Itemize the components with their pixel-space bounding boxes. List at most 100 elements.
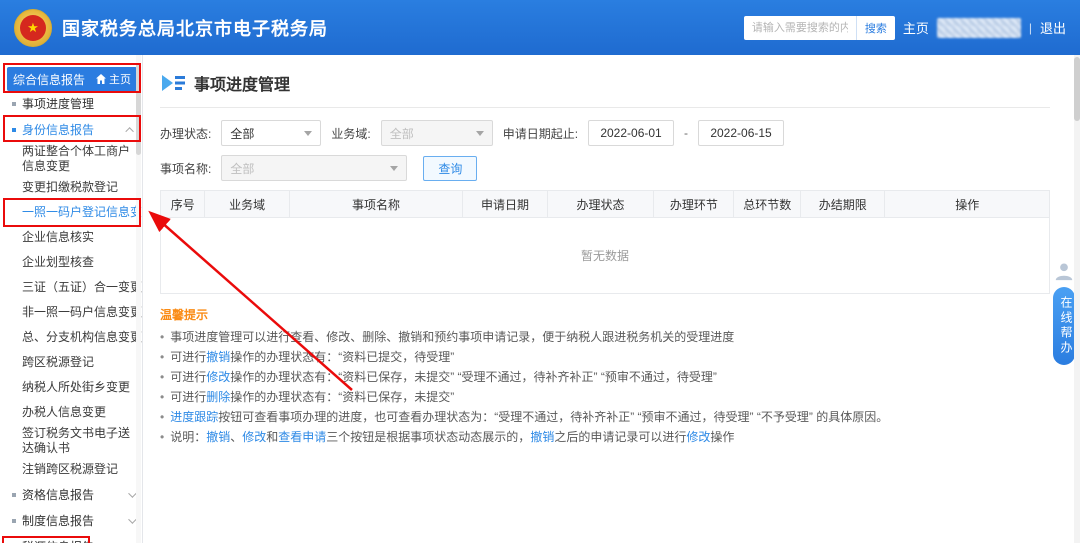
date-from-value: 2022-06-01 (600, 126, 661, 140)
empty-state-text: 暂无数据 (161, 218, 1050, 294)
sidebar-subitem-cancel-cross-district[interactable]: 注销跨区税源登记 (0, 457, 142, 482)
bullet-dot: • (160, 330, 164, 345)
tips-section: 温馨提示 • 事项进度管理可以进行查看、修改、删除、撤销和预约事项申请记录，便于… (160, 306, 1050, 445)
col-step: 办理环节 (654, 191, 734, 218)
page-scrollbar-thumb[interactable] (1074, 57, 1080, 121)
col-item-name: 事项名称 (289, 191, 462, 218)
bullet-icon (12, 493, 16, 497)
back-to-home[interactable]: 主页 (96, 71, 131, 87)
sidebar-subitem-tax-clerk-info-change[interactable]: 办税人信息变更 (0, 400, 142, 425)
date-separator: - (684, 126, 688, 140)
tip-line: • 事项进度管理可以进行查看、修改、删除、撤销和预约事项申请记录，便于纳税人跟进… (160, 330, 1050, 345)
date-to-value: 2022-06-15 (710, 126, 771, 140)
sidebar-subitem-withholding-change[interactable]: 变更扣缴税款登记 (0, 175, 142, 200)
floating-help-widget: 在线帮办 (1053, 260, 1075, 365)
app-header: ★ 国家税务总局北京市电子税务局 搜索 主页 | 退出 (0, 0, 1080, 55)
search-button[interactable]: 搜索 (856, 16, 895, 40)
sidebar-section-tax-source-report[interactable]: 税源信息报告 (0, 534, 142, 543)
page-title-icon (160, 73, 186, 93)
sidebar-item-progress-management[interactable]: 事项进度管理 (0, 91, 142, 117)
col-total-steps: 总环节数 (734, 191, 801, 218)
home-link[interactable]: 主页 (903, 18, 929, 37)
online-help-button[interactable]: 在线帮办 (1053, 287, 1075, 365)
site-title: 国家税务总局北京市电子税务局 (62, 15, 328, 41)
page-title: 事项进度管理 (194, 71, 290, 95)
tips-title: 温馨提示 (160, 306, 1050, 323)
sidebar-section-qualification-report[interactable]: 资格信息报告 (0, 482, 142, 508)
person-icon (1053, 260, 1075, 282)
chevron-up-icon (125, 127, 133, 135)
logout-link[interactable]: 退出 (1040, 18, 1066, 37)
user-name-redacted (937, 18, 1021, 38)
search-input[interactable] (744, 16, 856, 40)
date-range-label: 申请日期起止: (503, 125, 578, 142)
sidebar-section-label: 资格信息报告 (22, 482, 94, 508)
chevron-down-icon (304, 131, 312, 136)
divider (160, 107, 1050, 108)
sidebar-scrollbar[interactable] (136, 55, 141, 543)
sidebar-subitem-edelivery-confirmation[interactable]: 签订税务文书电子送达确认书 (0, 425, 142, 457)
header-search: 搜索 (744, 16, 895, 40)
status-filter-label: 办理状态: (160, 125, 211, 142)
progress-table: 序号 业务域 事项名称 申请日期 办理状态 办理环节 总环节数 办结期限 操作 … (160, 190, 1050, 294)
item-name-select[interactable]: 全部 (221, 155, 407, 181)
sidebar-section-system-report[interactable]: 制度信息报告 (0, 508, 142, 534)
bullet-icon (12, 102, 16, 106)
item-name-select-value: 全部 (230, 160, 254, 177)
active-section-label: 综合信息报告 (13, 71, 85, 88)
domain-select[interactable]: 全部 (381, 120, 493, 146)
sidebar-section-comprehensive-report[interactable]: 综合信息报告 主页 (7, 67, 137, 91)
item-name-filter-label: 事项名称: (160, 160, 211, 177)
col-seq: 序号 (161, 191, 205, 218)
bullet-dot: • (160, 390, 164, 405)
sidebar-subitem-taxpayer-district-change[interactable]: 纳税人所处街乡变更 (0, 375, 142, 400)
sidebar-subitem-two-cert-merge[interactable]: 两证整合个体工商户信息变更 (0, 143, 142, 175)
bullet-icon (12, 519, 16, 523)
sidebar-section-label: 税源信息报告 (22, 534, 94, 543)
bullet-dot: • (160, 350, 164, 365)
emblem-star-icon: ★ (20, 15, 46, 41)
main-content: 事项进度管理 办理状态: 全部 业务域: 全部 申请日期起止: 2022-06-… (144, 55, 1072, 543)
col-actions: 操作 (885, 191, 1050, 218)
domain-select-value: 全部 (390, 125, 414, 142)
sidebar-subitem-branch-info-change[interactable]: 总、分支机构信息变更 (0, 325, 142, 350)
status-select[interactable]: 全部 (221, 120, 321, 146)
col-domain: 业务域 (205, 191, 289, 218)
bullet-dot: • (160, 410, 164, 425)
national-emblem-icon: ★ (14, 9, 52, 47)
home-icon (96, 74, 106, 84)
tip-line: • 进度跟踪按钮可查看事项办理的进度，也可查看办理状态为：“受理不通过，待补齐补… (160, 410, 1050, 425)
query-button[interactable]: 查询 (423, 156, 477, 181)
bullet-icon (12, 128, 16, 132)
col-apply-date: 申请日期 (463, 191, 547, 218)
tip-line: • 可进行修改操作的办理状态有：“资料已保存，未提交” “受理不通过，待补齐补正… (160, 370, 1050, 385)
page-scrollbar[interactable] (1074, 55, 1080, 543)
table-header-row: 序号 业务域 事项名称 申请日期 办理状态 办理环节 总环节数 办结期限 操作 (161, 191, 1050, 218)
status-select-value: 全部 (230, 125, 254, 142)
tip-line: • 可进行撤销操作的办理状态有：“资料已提交，待受理” (160, 350, 1050, 365)
table-empty-row: 暂无数据 (161, 218, 1050, 294)
date-to-input[interactable]: 2022-06-15 (698, 120, 784, 146)
sidebar-scrollbar-thumb[interactable] (136, 63, 141, 155)
chevron-down-icon (390, 166, 398, 171)
bullet-dot: • (160, 430, 164, 445)
domain-filter-label: 业务域: (331, 125, 370, 142)
sidebar-subitem-three-cert-merge-change[interactable]: 三证（五证）合一变更 (0, 275, 142, 300)
sidebar-subitem-non-one-code-change[interactable]: 非一照一码户信息变更 (0, 300, 142, 325)
chevron-down-icon (476, 131, 484, 136)
sidebar-subitem-enterprise-verify[interactable]: 企业信息核实 (0, 225, 142, 250)
sidebar-item-label: 事项进度管理 (22, 91, 94, 117)
sidebar-subitem-one-license-one-code-change[interactable]: 一照一码户登记信息变更 (0, 200, 142, 225)
sidebar-section-label: 身份信息报告 (22, 117, 94, 143)
tip-line: • 说明：撤销、修改和查看申请三个按钮是根据事项状态动态展示的，撤销之后的申请记… (160, 430, 1050, 445)
col-deadline: 办结期限 (801, 191, 885, 218)
home-label: 主页 (109, 71, 131, 87)
tip-line: • 可进行删除操作的办理状态有：“资料已保存，未提交” (160, 390, 1050, 405)
date-from-input[interactable]: 2022-06-01 (588, 120, 674, 146)
sidebar-subitem-cross-district-registration[interactable]: 跨区税源登记 (0, 350, 142, 375)
bullet-dot: • (160, 370, 164, 385)
header-divider: | (1029, 21, 1032, 35)
sidebar-section-identity-report[interactable]: 身份信息报告 (0, 117, 142, 143)
sidebar: 综合信息报告 主页 事项进度管理 身份信息报告 两证整合个体工商户信息变更 变更… (0, 55, 143, 543)
sidebar-subitem-enterprise-type-check[interactable]: 企业划型核查 (0, 250, 142, 275)
